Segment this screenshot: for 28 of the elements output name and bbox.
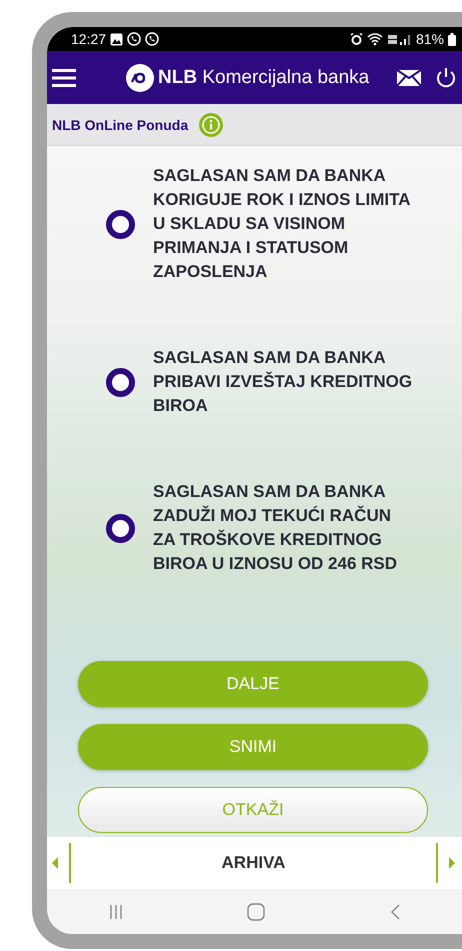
phone-bubble-icon — [127, 32, 142, 46]
battery-percent: 81% — [416, 31, 444, 47]
phone-bubble-icon — [145, 32, 160, 46]
alarm-icon — [350, 32, 363, 46]
radio-button[interactable] — [106, 514, 135, 542]
home-icon[interactable] — [247, 902, 266, 920]
radio-button[interactable] — [106, 210, 135, 238]
app-title: NLB Komercijalna banka — [158, 66, 370, 88]
mail-icon[interactable] — [397, 70, 422, 86]
back-icon[interactable] — [390, 904, 400, 920]
cancel-button[interactable]: OTKAŽI — [78, 787, 428, 833]
menu-icon[interactable] — [52, 68, 76, 88]
page-title: NLB OnLine Ponuda — [52, 116, 188, 132]
primary-button[interactable]: SNIMI — [78, 724, 428, 770]
bank-logo-icon — [126, 64, 154, 92]
radio-button[interactable] — [106, 368, 135, 396]
power-icon[interactable] — [435, 66, 458, 88]
primary-button[interactable]: DALJE — [78, 661, 428, 707]
consent-text: SAGLASAN SAM DA BANKA PRIBAVI IZVEŠTAJ KREDITNOG BIROA — [153, 347, 414, 417]
image-icon — [110, 32, 124, 46]
consent-text: SAGLASAN SAM DA BANKA ZADUŽI MOJ TEKUĆI RAČUN ZA TROŠKOVE KREDITNOG BIROA U IZNOSU OD 246 RSD — [153, 481, 398, 575]
battery-icon — [448, 32, 456, 46]
consent-text: SAGLASAN SAM DA BANKA KORIGUJE ROK I IZNOS LIMITA U SKLADU SA VISINOM PRIMANJA I STATUSOM ZAPOSLENJA — [153, 165, 411, 283]
archive-tab[interactable]: ARHIVA — [81, 853, 426, 873]
recent-apps-icon[interactable] — [109, 904, 124, 920]
wifi-icon — [366, 32, 384, 46]
status-time: 12:27 — [71, 31, 106, 47]
signal-icon — [388, 32, 412, 46]
